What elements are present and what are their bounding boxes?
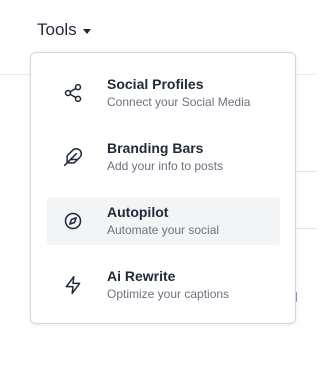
menu-item-text: Ai Rewrite Optimize your captions: [107, 268, 229, 302]
compass-icon: [61, 209, 85, 233]
menu-item-title: Social Profiles: [107, 76, 204, 92]
menu-item-subtitle: Connect your Social Media: [107, 95, 251, 109]
tools-menu-button[interactable]: Tools: [37, 18, 91, 42]
menu-item-social-profiles[interactable]: Social Profiles Connect your Social Medi…: [47, 69, 280, 117]
bolt-icon: [61, 273, 85, 297]
menu-item-title: Autopilot: [107, 204, 169, 220]
tools-label: Tools: [37, 20, 77, 39]
menu-item-title: Branding Bars: [107, 140, 204, 156]
menu-item-text: Social Profiles Connect your Social Medi…: [107, 76, 250, 110]
menu-item-ai-rewrite[interactable]: Ai Rewrite Optimize your captions: [47, 261, 280, 309]
background-divider: [296, 171, 317, 172]
menu-item-subtitle: Automate your social: [107, 223, 220, 237]
feather-icon: [61, 145, 85, 169]
background-divider: [296, 228, 317, 229]
tools-dropdown-menu: Social Profiles Connect your Social Medi…: [30, 52, 296, 324]
share-icon: [61, 81, 85, 105]
menu-item-branding-bars[interactable]: Branding Bars Add your info to posts: [47, 133, 280, 181]
chevron-down-icon: [82, 28, 91, 34]
menu-item-text: Branding Bars Add your info to posts: [107, 140, 223, 174]
menu-item-autopilot[interactable]: Autopilot Automate your social: [47, 197, 280, 245]
menu-item-subtitle: Add your info to posts: [107, 159, 224, 173]
menu-item-text: Autopilot Automate your social: [107, 204, 219, 238]
menu-item-subtitle: Optimize your captions: [107, 287, 230, 301]
menu-item-title: Ai Rewrite: [107, 268, 176, 284]
